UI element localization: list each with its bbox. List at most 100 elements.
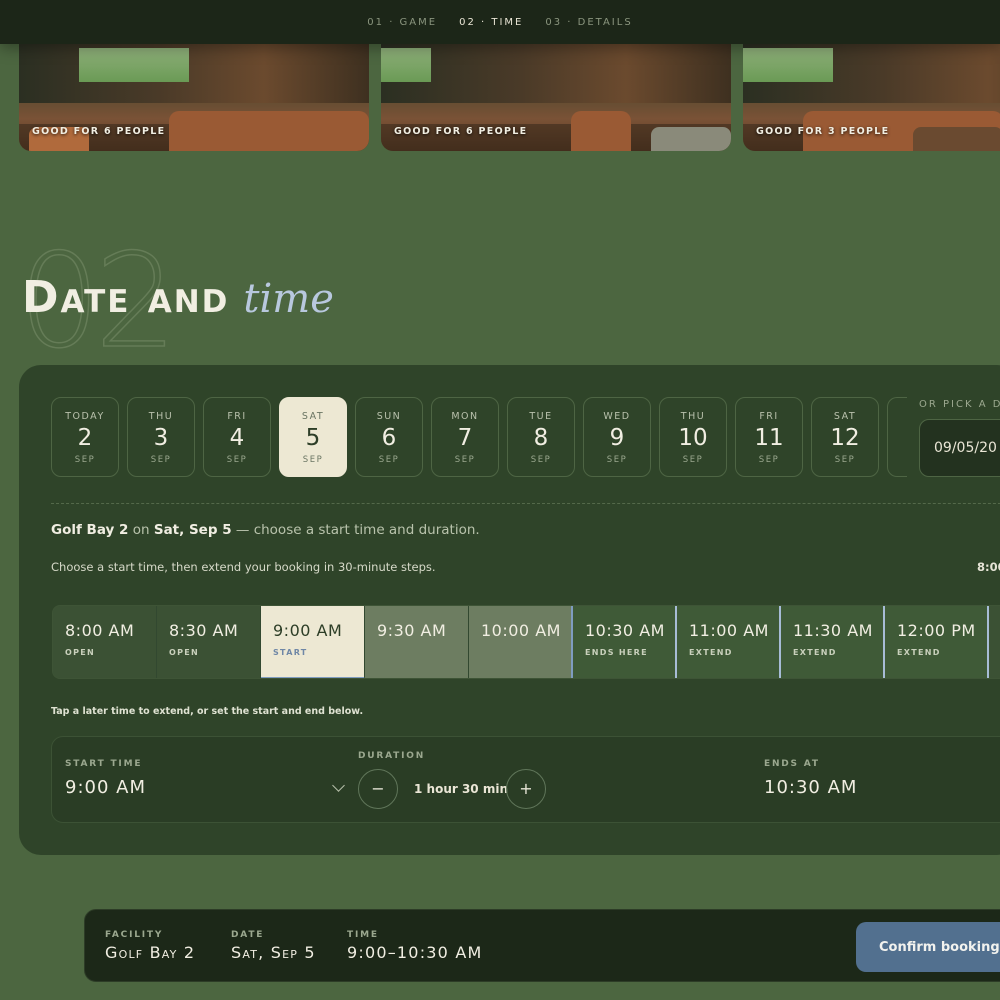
date-chip-selected[interactable]: SAT 5 SEP — [279, 397, 347, 477]
date-dow: THU — [680, 411, 706, 422]
card-caption: GOOD FOR 6 PEOPLE — [32, 126, 166, 137]
increase-duration-button[interactable]: + — [506, 769, 546, 809]
time-slot-extend[interactable]: 12:00 PM EXTEND — [885, 606, 989, 678]
facility-card-3[interactable]: GOOD FOR 3 PEOPLE — [743, 44, 1000, 151]
heading-main: Date and — [22, 272, 230, 323]
time-slot-start[interactable]: 9:00 AM START — [261, 606, 365, 678]
date-chip[interactable]: TUE 8 SEP — [507, 397, 575, 477]
date-dow: SAT — [301, 411, 325, 422]
slot-time: 10:00 AM — [481, 621, 561, 640]
date-month: SEP — [150, 455, 172, 465]
card-caption: GOOD FOR 3 PEOPLE — [756, 126, 890, 137]
slot-time: 8:00 AM — [65, 621, 135, 640]
start-time-label: START TIME — [65, 759, 143, 769]
date-dow: SAT — [833, 411, 857, 422]
slot-status: EXTEND — [897, 648, 941, 657]
step-nav: 01 · GAME 02 · TIME 03 · DETAILS — [0, 0, 1000, 44]
date-chip[interactable]: THU 10 SEP — [659, 397, 727, 477]
step-game[interactable]: 01 · GAME — [367, 17, 437, 28]
time-slot-in-range[interactable]: 9:30 AM — [365, 606, 469, 678]
slot-time: 12:00 PM — [897, 621, 976, 640]
time-slot-in-range[interactable]: 10:00 AM — [469, 606, 573, 678]
date-month: SEP — [302, 455, 324, 465]
time-slot-extend[interactable]: 11:30 AM EXTEND — [781, 606, 885, 678]
date-dow: FRI — [759, 411, 779, 422]
step-details[interactable]: 03 · DETAILS — [545, 17, 632, 28]
range-time-label: 8:00 — [977, 560, 1000, 574]
card-caption: GOOD FOR 6 PEOPLE — [394, 126, 528, 137]
date-num: 7 — [457, 425, 473, 451]
confirm-booking-button[interactable]: Confirm booking — [856, 922, 1000, 972]
slot-status: START — [273, 648, 308, 657]
divider — [51, 503, 1000, 504]
slot-status: OPEN — [65, 648, 96, 657]
time-slot-end[interactable]: 10:30 AM ENDS HERE — [573, 606, 677, 678]
duration-value: 1 hour 30 min — [414, 782, 508, 796]
slot-time: 9:30 AM — [377, 621, 447, 640]
helper-text: Choose a start time, then extend your bo… — [51, 560, 436, 574]
slot-status: OPEN — [169, 648, 200, 657]
date-chip[interactable]: FRI 4 SEP — [203, 397, 271, 477]
date-dow: SUN — [376, 411, 402, 422]
date-dow: MON — [451, 411, 479, 422]
booking-summary-bar: FACILITY Golf Bay 2 DATE Sat, Sep 5 TIME… — [84, 909, 1000, 982]
date-month: SEP — [834, 455, 856, 465]
date-value: Sat, Sep 5 — [231, 943, 316, 962]
date-num: 2 — [77, 425, 93, 451]
time-slot-strip: 8:00 AM OPEN 8:30 AM OPEN 9:00 AM START … — [52, 605, 1000, 679]
date-chip[interactable]: WED 9 SEP — [583, 397, 651, 477]
date-chip-partial[interactable] — [887, 397, 907, 477]
time-controls: START TIME 9:00 AM DURATION − 1 hour 30 … — [51, 736, 1000, 823]
date-picker-input[interactable] — [919, 419, 1000, 477]
time-label: TIME — [347, 930, 379, 940]
booking-panel: TODAY 2 SEP THU 3 SEP FRI 4 SEP SAT 5 SE… — [19, 365, 1000, 855]
date-month: SEP — [226, 455, 248, 465]
date-num: 9 — [609, 425, 625, 451]
summary-bay: Golf Bay 2 — [51, 522, 129, 538]
date-num: 12 — [830, 425, 860, 451]
date-chip[interactable]: SUN 6 SEP — [355, 397, 423, 477]
time-slot[interactable]: 8:00 AM OPEN — [53, 606, 157, 678]
summary-date: Sat, Sep 5 — [153, 522, 232, 538]
section-heading: Date and time — [22, 272, 334, 323]
heading-italic: time — [243, 276, 334, 322]
date-chip[interactable]: FRI 11 SEP — [735, 397, 803, 477]
start-time-select[interactable]: 9:00 AM — [65, 777, 146, 798]
ends-at-value: 10:30 AM — [764, 777, 858, 798]
facility-label: FACILITY — [105, 930, 164, 940]
slot-time: 10:30 AM — [585, 621, 665, 640]
date-num: 4 — [229, 425, 245, 451]
date-num: 11 — [754, 425, 784, 451]
date-num: 10 — [678, 425, 708, 451]
facility-card-2[interactable]: GOOD FOR 6 PEOPLE — [381, 44, 731, 151]
date-month: SEP — [758, 455, 780, 465]
date-chip[interactable]: THU 3 SEP — [127, 397, 195, 477]
duration-label: DURATION — [358, 751, 426, 761]
slot-status: EXTEND — [689, 648, 733, 657]
date-dow: TODAY — [65, 411, 105, 422]
date-chip[interactable]: SAT 12 SEP — [811, 397, 879, 477]
date-num: 6 — [381, 425, 397, 451]
summary-on: on — [128, 522, 154, 538]
date-month: SEP — [682, 455, 704, 465]
tap-hint-text: Tap a later time to extend, or set the s… — [51, 706, 364, 717]
slot-status: EXTEND — [793, 648, 837, 657]
decrease-duration-button[interactable]: − — [358, 769, 398, 809]
facility-cards: GOOD FOR 6 PEOPLE GOOD FOR 6 PEOPLE GOOD… — [19, 44, 1000, 152]
pick-date-label: OR PICK A DA — [919, 399, 1000, 410]
date-month: SEP — [74, 455, 96, 465]
slot-time: 11:30 AM — [793, 621, 873, 640]
date-chip[interactable]: TODAY 2 SEP — [51, 397, 119, 477]
date-dow: WED — [603, 411, 631, 422]
date-chip[interactable]: MON 7 SEP — [431, 397, 499, 477]
facility-card-1[interactable]: GOOD FOR 6 PEOPLE — [19, 44, 369, 151]
slot-time: 11:00 AM — [689, 621, 769, 640]
time-slot[interactable]: 8:30 AM OPEN — [157, 606, 261, 678]
date-dow: FRI — [227, 411, 247, 422]
slot-time: 8:30 AM — [169, 621, 239, 640]
time-slot-extend[interactable]: 11:00 AM EXTEND — [677, 606, 781, 678]
step-time[interactable]: 02 · TIME — [459, 17, 523, 28]
date-month: SEP — [530, 455, 552, 465]
date-num: 3 — [153, 425, 169, 451]
chevron-down-icon[interactable] — [332, 779, 345, 792]
